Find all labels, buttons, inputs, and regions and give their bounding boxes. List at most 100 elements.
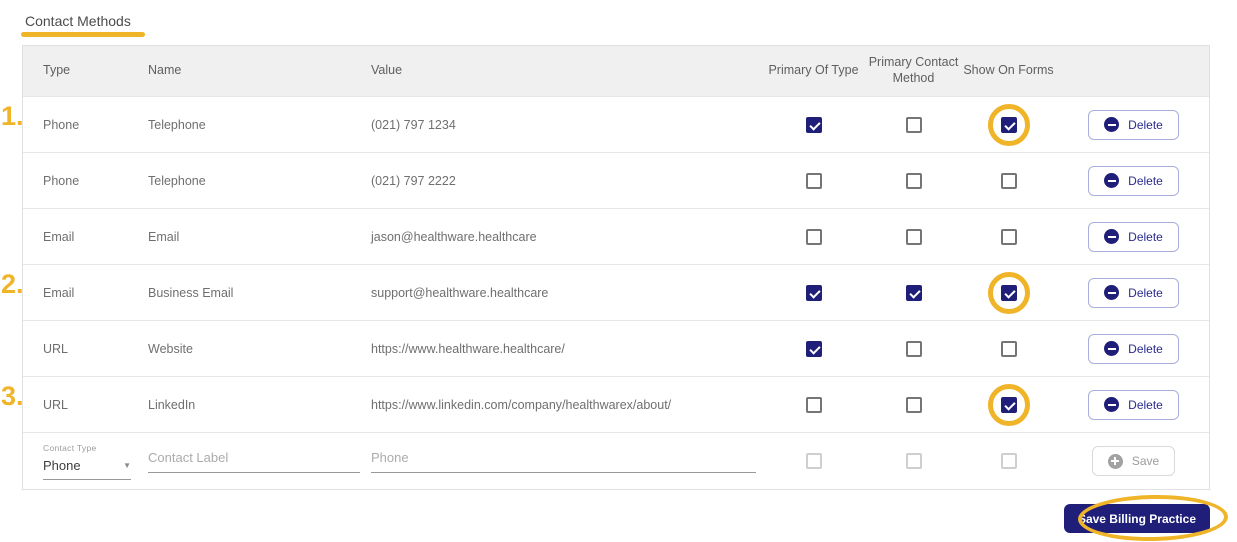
- minus-circle-icon: [1104, 285, 1120, 300]
- primary-contact-method-cell: [866, 228, 961, 245]
- table-header: Type Name Value Primary Of Type Primary …: [23, 46, 1209, 96]
- save-button-label: Save: [1131, 454, 1160, 468]
- primary-contact-method-checkbox[interactable]: [905, 228, 922, 245]
- contact-value-cell: [369, 449, 761, 473]
- new-primary-of-type-cell: [761, 453, 866, 469]
- delete-button[interactable]: Delete: [1088, 389, 1179, 420]
- primary-of-type-cell: [761, 172, 866, 189]
- minus-circle-icon: [1104, 397, 1120, 412]
- show-on-forms-checkbox[interactable]: [1000, 284, 1017, 301]
- delete-cell: Delete: [1056, 333, 1211, 364]
- column-header-name: Name: [148, 63, 182, 78]
- show-on-forms-cell: [961, 271, 1056, 314]
- delete-button[interactable]: Delete: [1088, 165, 1179, 196]
- table-row: 3. URL LinkedIn https://www.linkedin.com…: [1, 376, 1211, 432]
- delete-cell: Delete: [1056, 109, 1211, 140]
- table-row: 1. Phone Telephone (021) 797 1234 Delete: [1, 96, 1211, 152]
- primary-contact-method-cell: [866, 340, 961, 357]
- show-on-forms-checkbox[interactable]: [1000, 172, 1017, 189]
- delete-button-label: Delete: [1128, 397, 1163, 412]
- new-primary-contact-method-cell: [866, 453, 961, 469]
- plus-circle-icon: [1107, 453, 1123, 469]
- show-on-forms-cell: [961, 340, 1056, 357]
- column-header-primary-contact-method: Primary Contact Method: [868, 55, 959, 85]
- primary-contact-method-checkbox[interactable]: [905, 340, 922, 357]
- name-cell: Telephone: [148, 117, 206, 132]
- value-cell: (021) 797 2222: [371, 173, 456, 188]
- save-billing-practice-button[interactable]: Save Billing Practice: [1063, 504, 1210, 533]
- delete-button[interactable]: Delete: [1088, 109, 1179, 140]
- show-on-forms-checkbox[interactable]: [1000, 116, 1017, 133]
- annotation-title-underline: [21, 32, 145, 37]
- name-cell: LinkedIn: [148, 397, 196, 412]
- delete-button-label: Delete: [1128, 341, 1163, 356]
- column-header-type: Type: [43, 63, 71, 78]
- type-cell: Email: [43, 229, 75, 244]
- contact-type-select[interactable]: Phone ▼: [43, 458, 131, 480]
- contact-label-cell: [146, 449, 369, 473]
- dropdown-arrow-icon: ▼: [123, 460, 131, 470]
- name-cell: Website: [148, 341, 193, 356]
- delete-cell: Delete: [1056, 389, 1211, 420]
- type-cell: Phone: [43, 117, 80, 132]
- show-on-forms-checkbox[interactable]: [1000, 453, 1017, 469]
- primary-of-type-cell: [761, 284, 866, 301]
- type-cell: Email: [43, 285, 75, 300]
- primary-of-type-checkbox[interactable]: [805, 396, 822, 413]
- delete-button[interactable]: Delete: [1088, 333, 1179, 364]
- name-cell: Email: [148, 229, 180, 244]
- primary-of-type-checkbox[interactable]: [805, 116, 822, 133]
- primary-contact-method-checkbox[interactable]: [905, 172, 922, 189]
- value-cell: (021) 797 1234: [371, 117, 456, 132]
- delete-button-label: Delete: [1128, 117, 1163, 132]
- value-cell: https://www.healthware.healthcare/: [371, 341, 565, 356]
- table-row: Email Email jason@healthware.healthcare …: [23, 208, 1209, 264]
- show-on-forms-checkbox[interactable]: [1000, 396, 1017, 413]
- minus-circle-icon: [1104, 117, 1120, 132]
- primary-of-type-cell: [761, 116, 866, 133]
- delete-button[interactable]: Delete: [1088, 221, 1179, 252]
- value-cell: jason@healthware.healthcare: [371, 229, 537, 244]
- show-on-forms-cell: [961, 103, 1056, 146]
- type-cell: URL: [43, 341, 69, 356]
- primary-of-type-checkbox[interactable]: [805, 172, 822, 189]
- new-show-on-forms-cell: [961, 453, 1056, 469]
- primary-of-type-cell: [761, 396, 866, 413]
- primary-of-type-checkbox[interactable]: [805, 284, 822, 301]
- delete-button[interactable]: Delete: [1088, 277, 1179, 308]
- save-button[interactable]: Save: [1091, 446, 1176, 476]
- table-body: 1. Phone Telephone (021) 797 1234 Delete…: [1, 96, 1211, 432]
- delete-button-label: Delete: [1128, 173, 1163, 188]
- primary-of-type-checkbox[interactable]: [805, 340, 822, 357]
- annotation-row-number: 2.: [1, 269, 24, 299]
- primary-contact-method-checkbox[interactable]: [905, 116, 922, 133]
- primary-of-type-cell: [761, 340, 866, 357]
- table-row: 2. Email Business Email support@healthwa…: [1, 264, 1209, 320]
- primary-contact-method-cell: [866, 284, 961, 301]
- show-on-forms-checkbox[interactable]: [1000, 228, 1017, 245]
- contact-type-label: Contact Type: [43, 442, 97, 453]
- show-on-forms-cell: [961, 383, 1056, 426]
- contact-label-input[interactable]: [148, 450, 360, 473]
- annotation-row-number: 3.: [1, 381, 24, 411]
- save-cell: Save: [1056, 446, 1211, 476]
- show-on-forms-cell: [961, 228, 1056, 245]
- primary-of-type-checkbox[interactable]: [805, 453, 822, 469]
- minus-circle-icon: [1104, 229, 1120, 244]
- name-cell: Telephone: [148, 173, 206, 188]
- show-on-forms-checkbox[interactable]: [1000, 340, 1017, 357]
- primary-contact-method-checkbox[interactable]: [905, 396, 922, 413]
- primary-of-type-checkbox[interactable]: [805, 228, 822, 245]
- delete-button-label: Delete: [1128, 285, 1163, 300]
- table-row: Phone Telephone (021) 797 2222 Delete: [23, 152, 1209, 208]
- name-cell: Business Email: [148, 285, 234, 300]
- primary-contact-method-cell: [866, 116, 961, 133]
- column-header-show-on-forms: Show On Forms: [963, 63, 1054, 78]
- contact-value-input[interactable]: [371, 450, 756, 473]
- delete-button-label: Delete: [1128, 229, 1163, 244]
- contact-type-selected-value: Phone: [43, 457, 81, 473]
- primary-contact-method-checkbox[interactable]: [905, 453, 922, 469]
- annotation-row-number: 1.: [1, 101, 24, 131]
- column-header-value: Value: [371, 63, 403, 78]
- primary-contact-method-checkbox[interactable]: [905, 284, 922, 301]
